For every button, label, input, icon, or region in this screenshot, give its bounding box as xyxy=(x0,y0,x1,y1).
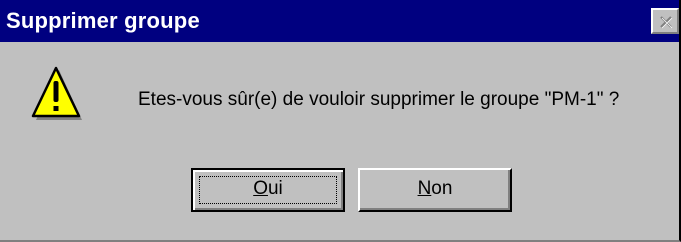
yes-button-label: ui xyxy=(267,178,283,199)
no-button[interactable]: Non xyxy=(358,168,512,212)
close-button[interactable] xyxy=(651,8,679,34)
no-button-accelerator: N xyxy=(417,178,432,199)
confirm-delete-dialog: Supprimer groupe Etes-vous sûr(e) de vou… xyxy=(0,0,681,242)
yes-button-accelerator: O xyxy=(253,178,268,199)
title-bar[interactable]: Supprimer groupe xyxy=(0,0,679,42)
yes-button[interactable]: Oui xyxy=(191,168,345,212)
close-x-icon xyxy=(660,16,673,29)
dialog-title: Supprimer groupe xyxy=(6,8,200,33)
confirm-message: Etes-vous sûr(e) de vouloir supprimer le… xyxy=(138,89,620,110)
no-button-label: on xyxy=(431,178,453,199)
warning-icon xyxy=(31,66,82,120)
